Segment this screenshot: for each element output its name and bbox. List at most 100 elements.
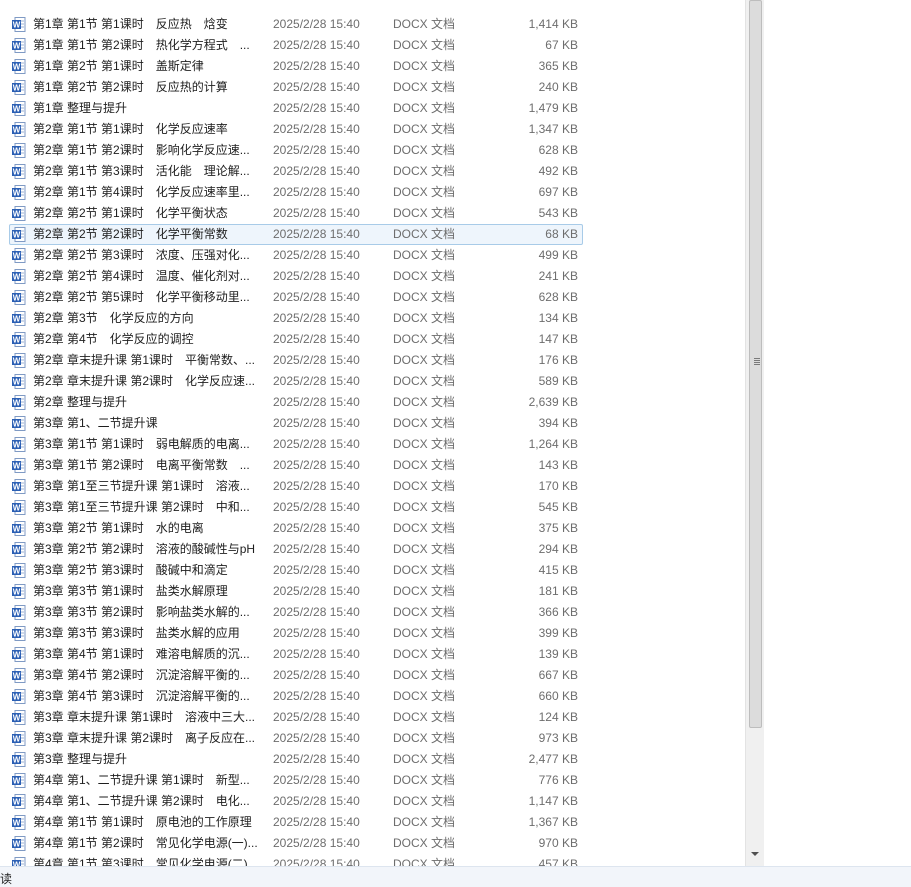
file-row[interactable]: W 第3章 章末提升课 第1课时 溶液中三大... 2025/2/28 15:40 D… — [0, 707, 745, 728]
word-doc-icon: W — [12, 626, 26, 641]
file-size: 589 KB — [538, 374, 578, 388]
file-row[interactable]: W 第1章 第2节 第1课时 盖斯定律 2025/2/28 15:40 DOCX 文档… — [0, 56, 745, 77]
file-row[interactable]: W 第2章 第1节 第1课时 化学反应速率 2025/2/28 15:40 DOCX … — [0, 119, 745, 140]
svg-text:W: W — [13, 483, 21, 492]
file-date: 2025/2/28 15:40 — [273, 164, 360, 178]
word-doc-icon: W — [12, 521, 26, 536]
file-type: DOCX 文档 — [393, 479, 456, 493]
word-doc-icon: W — [12, 605, 26, 620]
file-name: 第2章 第4节 化学反应的调控 — [33, 332, 194, 346]
file-row[interactable]: W 第2章 第1节 第2课时 影响化学反应速... 2025/2/28 15:40 D… — [0, 140, 745, 161]
file-row[interactable]: W 第3章 第3节 第1课时 盐类水解原理 2025/2/28 15:40 DOCX … — [0, 581, 745, 602]
file-date: 2025/2/28 15:40 — [273, 563, 360, 577]
file-date: 2025/2/28 15:40 — [273, 38, 360, 52]
scroll-down-arrow-icon[interactable] — [751, 852, 759, 856]
file-row[interactable]: W 第2章 第2节 第3课时 浓度、压强对化... 2025/2/28 15:40 D… — [0, 245, 745, 266]
file-size: 67 KB — [545, 38, 578, 52]
file-name: 第3章 第3节 第2课时 影响盐类水解的... — [33, 605, 250, 619]
scrollbar-thumb[interactable] — [749, 0, 762, 728]
svg-text:W: W — [13, 315, 21, 324]
file-row[interactable]: W 第3章 第2节 第1课时 水的电离 2025/2/28 15:40 DOCX 文档… — [0, 518, 745, 539]
file-row[interactable]: W 第2章 整理与提升 2025/2/28 15:40 DOCX 文档 2,639 KB — [0, 392, 745, 413]
word-doc-icon: W — [12, 836, 26, 851]
svg-text:W: W — [13, 798, 21, 807]
file-date: 2025/2/28 15:40 — [273, 500, 360, 514]
file-date: 2025/2/28 15:40 — [273, 59, 360, 73]
file-row[interactable]: W 第3章 第1节 第1课时 弱电解质的电离... 2025/2/28 15:40 D… — [0, 434, 745, 455]
file-row[interactable]: W 第2章 章末提升课 第1课时 平衡常数、... 2025/2/28 15:40 D… — [0, 350, 745, 371]
svg-text:W: W — [13, 504, 21, 513]
file-row[interactable]: W 第2章 第2节 第2课时 化学平衡常数 2025/2/28 15:40 DOCX … — [0, 224, 745, 245]
file-name: 第2章 第1节 第1课时 化学反应速率 — [33, 122, 228, 136]
word-doc-icon: W — [12, 332, 26, 347]
file-type: DOCX 文档 — [393, 647, 456, 661]
file-size: 457 KB — [538, 857, 578, 866]
file-row[interactable]: W 第3章 整理与提升 2025/2/28 15:40 DOCX 文档 2,477 KB — [0, 749, 745, 770]
file-date: 2025/2/28 15:40 — [273, 752, 360, 766]
file-row[interactable]: W 第3章 第4节 第3课时 沉淀溶解平衡的... 2025/2/28 15:40 D… — [0, 686, 745, 707]
file-size: 240 KB — [538, 80, 578, 94]
file-row[interactable]: W 第3章 第4节 第2课时 沉淀溶解平衡的... 2025/2/28 15:40 D… — [0, 665, 745, 686]
file-name: 第3章 第1节 第2课时 电离平衡常数 ... — [33, 458, 250, 472]
file-type: DOCX 文档 — [393, 164, 456, 178]
svg-text:W: W — [13, 735, 21, 744]
file-type: DOCX 文档 — [393, 374, 456, 388]
svg-text:W: W — [13, 105, 21, 114]
file-row[interactable]: W 第3章 第3节 第3课时 盐类水解的应用 2025/2/28 15:40 DOCX… — [0, 623, 745, 644]
file-row[interactable]: W 第3章 章末提升课 第2课时 离子反应在... 2025/2/28 15:40 D… — [0, 728, 745, 749]
file-row[interactable]: W 第2章 第1节 第3课时 活化能 理论解... 2025/2/28 15:40 D… — [0, 161, 745, 182]
file-date: 2025/2/28 15:40 — [273, 374, 360, 388]
file-row[interactable]: W 第2章 第4节 化学反应的调控 2025/2/28 15:40 DOCX 文档 14… — [0, 329, 745, 350]
file-row[interactable]: W 第1章 第1节 第2课时 热化学方程式 ... 2025/2/28 15:40 D… — [0, 35, 745, 56]
file-row[interactable]: W 第2章 第3节 化学反应的方向 2025/2/28 15:40 DOCX 文档 13… — [0, 308, 745, 329]
file-size: 365 KB — [538, 59, 578, 73]
file-row[interactable]: W 第4章 第1节 第1课时 原电池的工作原理 2025/2/28 15:40 DOC… — [0, 812, 745, 833]
file-name: 第3章 第3节 第1课时 盐类水解原理 — [33, 584, 228, 598]
file-row[interactable]: W 第2章 章末提升课 第2课时 化学反应速... 2025/2/28 15:40 D… — [0, 371, 745, 392]
file-row[interactable]: W 第4章 第1、二节提升课 第2课时 电化... 2025/2/28 15:40 D… — [0, 791, 745, 812]
file-name: 第4章 第1节 第3课时 常见化学电源(二)... — [33, 857, 258, 866]
file-size: 134 KB — [538, 311, 578, 325]
svg-text:W: W — [13, 357, 21, 366]
file-type: DOCX 文档 — [393, 311, 456, 325]
file-row[interactable]: W 第4章 第1节 第3课时 常见化学电源(二)... 2025/2/28 15:4… — [0, 854, 745, 866]
svg-text:W: W — [13, 84, 21, 93]
file-type: DOCX 文档 — [393, 752, 456, 766]
file-row[interactable]: W 第2章 第2节 第4课时 温度、催化剂对... 2025/2/28 15:40 D… — [0, 266, 745, 287]
file-name: 第3章 第2节 第1课时 水的电离 — [33, 521, 204, 535]
svg-text:W: W — [13, 294, 21, 303]
file-row[interactable]: W 第3章 第4节 第1课时 难溶电解质的沉... 2025/2/28 15:40 D… — [0, 644, 745, 665]
word-doc-icon: W — [12, 38, 26, 53]
file-row[interactable]: W 第3章 第2节 第2课时 溶液的酸碱性与pH 2025/2/28 15:40 DO… — [0, 539, 745, 560]
word-doc-icon: W — [12, 248, 26, 263]
file-size: 143 KB — [538, 458, 578, 472]
file-type: DOCX 文档 — [393, 416, 456, 430]
file-row[interactable]: W 第2章 第2节 第5课时 化学平衡移动里... 2025/2/28 15:40 D… — [0, 287, 745, 308]
file-row[interactable]: W 第1章 第2节 第2课时 反应热的计算 2025/2/28 15:40 DOCX … — [0, 77, 745, 98]
svg-text:W: W — [13, 420, 21, 429]
file-row[interactable]: W 第1章 整理与提升 2025/2/28 15:40 DOCX 文档 1,479 KB — [0, 98, 745, 119]
file-type: DOCX 文档 — [393, 836, 456, 850]
file-row[interactable]: W 第4章 第1、二节提升课 第1课时 新型... 2025/2/28 15:40 D… — [0, 770, 745, 791]
file-row[interactable]: W 第3章 第2节 第3课时 酸碱中和滴定 2025/2/28 15:40 DOCX … — [0, 560, 745, 581]
file-row[interactable]: W 第3章 第1至三节提升课 第2课时 中和... 2025/2/28 15:40 D… — [0, 497, 745, 518]
file-row[interactable]: W 第1章 第1节 第1课时 反应热 焓变 2025/2/28 15:40 DOCX … — [0, 14, 745, 35]
file-row[interactable]: W 第2章 第2节 第1课时 化学平衡状态 2025/2/28 15:40 DOCX … — [0, 203, 745, 224]
file-size: 667 KB — [538, 668, 578, 682]
file-size: 375 KB — [538, 521, 578, 535]
vertical-scrollbar[interactable] — [745, 0, 764, 866]
word-doc-icon: W — [12, 437, 26, 452]
svg-text:W: W — [13, 609, 21, 618]
file-row[interactable]: W 第3章 第1至三节提升课 第1课时 溶液... 2025/2/28 15:40 D… — [0, 476, 745, 497]
file-row[interactable]: W 第3章 第1、二节提升课 2025/2/28 15:40 DOCX 文档 394 K… — [0, 413, 745, 434]
file-date: 2025/2/28 15:40 — [273, 248, 360, 262]
file-row[interactable]: W 第3章 第3节 第2课时 影响盐类水解的... 2025/2/28 15:40 D… — [0, 602, 745, 623]
file-row[interactable]: W 第3章 第1节 第2课时 电离平衡常数 ... 2025/2/28 15:40 D… — [0, 455, 745, 476]
file-type: DOCX 文档 — [393, 626, 456, 640]
file-date: 2025/2/28 15:40 — [273, 227, 360, 241]
file-row[interactable]: W 第2章 第1节 第4课时 化学反应速率里... 2025/2/28 15:40 D… — [0, 182, 745, 203]
file-name: 第3章 第3节 第3课时 盐类水解的应用 — [33, 626, 240, 640]
file-row[interactable]: W 第4章 第1节 第2课时 常见化学电源(一)... 2025/2/28 15:4… — [0, 833, 745, 854]
file-name: 第2章 第2节 第5课时 化学平衡移动里... — [33, 290, 250, 304]
file-date: 2025/2/28 15:40 — [273, 605, 360, 619]
